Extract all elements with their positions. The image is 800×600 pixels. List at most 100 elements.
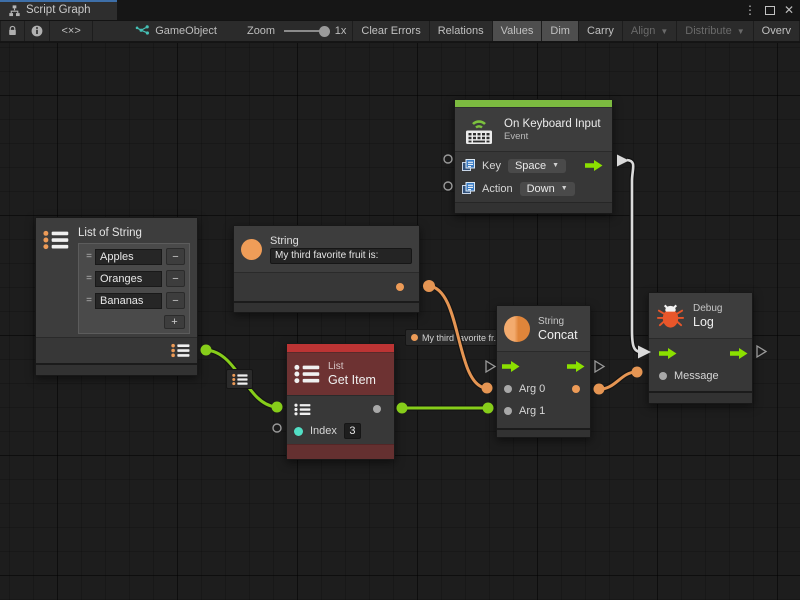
values-toggle[interactable]: Values [493, 21, 543, 41]
index-value-input[interactable]: 3 [344, 423, 361, 439]
window-maximize-icon[interactable] [765, 6, 775, 15]
add-item-button[interactable]: + [164, 315, 185, 329]
chevron-down-icon: ▼ [660, 27, 668, 36]
list-of-string-header: List of String = Apples − = Oranges − = [36, 218, 197, 337]
key-label: Key [482, 160, 501, 172]
get-item-header: List Get Item [287, 352, 394, 395]
list-item-input[interactable]: Bananas [95, 293, 162, 309]
flow-input-port[interactable] [659, 348, 677, 359]
remove-item-button[interactable]: − [166, 248, 185, 265]
node-list-of-string[interactable]: List of String = Apples − = Oranges − = [35, 217, 198, 376]
list-input-port-row [287, 398, 394, 420]
lock-button[interactable] [0, 21, 25, 41]
node-concat[interactable]: String Concat Arg 0 A [496, 305, 591, 438]
item-output-port[interactable] [373, 405, 381, 413]
log-header: Debug Log [649, 293, 752, 338]
arg0-port-row: Arg 0 [497, 378, 590, 400]
flow-wire-start-arrow [617, 155, 629, 167]
list-item-input[interactable]: Apples [95, 249, 162, 265]
align-dropdown[interactable]: Align ▼ [623, 21, 677, 41]
gameobject-label: GameObject [155, 25, 217, 37]
graph-toolbar: <×> GameObject Zoom 1x Clear Errors Rela… [0, 20, 800, 42]
message-label: Message [674, 370, 719, 382]
dim-toggle[interactable]: Dim [542, 21, 579, 41]
list-icon [294, 363, 320, 385]
arg1-label: Arg 1 [519, 405, 545, 417]
unconnected-port-key[interactable] [444, 155, 452, 163]
remove-item-button[interactable]: − [166, 292, 185, 309]
action-port-row: Action Down ▼ [455, 177, 612, 200]
chevron-down-icon: ▼ [561, 185, 568, 192]
node-title: Concat [538, 328, 578, 342]
flow-input-port[interactable] [502, 361, 520, 372]
action-dropdown[interactable]: Down ▼ [520, 182, 575, 196]
info-button[interactable] [25, 21, 50, 41]
list-item-input[interactable]: Oranges [95, 271, 162, 287]
arg0-input-port[interactable] [504, 385, 512, 393]
graph-canvas[interactable]: My third favorite fr... List of String =… [0, 43, 800, 600]
clear-errors-button[interactable]: Clear Errors [352, 21, 429, 41]
error-strip [287, 344, 394, 352]
drag-handle[interactable]: = [83, 273, 95, 284]
node-debug-log[interactable]: Debug Log Message [648, 292, 753, 404]
unconnected-flow-out-log[interactable] [757, 346, 766, 357]
list-value-icon [232, 373, 248, 386]
arg0-label: Arg 0 [519, 383, 545, 395]
node-on-keyboard-input[interactable]: On Keyboard Input Event Key Space ▼ [454, 99, 613, 214]
window-titlebar: Script Graph ⋮ ✕ [0, 0, 800, 20]
unconnected-flow-out-concat[interactable] [595, 361, 604, 372]
zoom-value: 1x [335, 21, 347, 41]
code-view-glyph: <×> [61, 25, 80, 37]
arg1-input-port[interactable] [504, 407, 512, 415]
unconnected-port-action[interactable] [444, 182, 452, 190]
drag-handle[interactable]: = [83, 251, 95, 262]
distribute-dropdown[interactable]: Distribute ▼ [677, 21, 753, 41]
node-title: Log [693, 315, 722, 329]
unconnected-flow-in-concat[interactable] [486, 361, 495, 372]
flow-output-port[interactable] [567, 361, 585, 372]
string-icon [241, 239, 262, 260]
zoom-slider[interactable] [284, 21, 328, 41]
active-tab-indicator [0, 0, 117, 2]
node-footer [36, 363, 197, 375]
string-value-input[interactable]: My third favorite fruit is: [270, 248, 412, 264]
flow-output-port[interactable] [585, 160, 603, 171]
overview-button[interactable]: Overv [754, 21, 800, 41]
wire-getitem-to-concat[interactable] [397, 403, 494, 414]
list-item-row: = Apples − [83, 248, 185, 265]
remove-item-button[interactable]: − [166, 270, 185, 287]
list-input-port-icon[interactable] [294, 403, 311, 416]
key-port-row: Key Space ▼ [455, 154, 612, 177]
relations-button[interactable]: Relations [430, 21, 493, 41]
zoom-label: Zoom [247, 21, 275, 41]
graph-target[interactable]: GameObject [135, 21, 217, 41]
list-editor: = Apples − = Oranges − = Bananas − [78, 243, 190, 334]
message-input-port[interactable] [659, 372, 667, 380]
input-binding-icon [462, 182, 475, 195]
code-view-button[interactable]: <×> [50, 21, 93, 41]
zoom-slider-thumb[interactable] [319, 26, 330, 37]
list-output-port-icon[interactable] [171, 343, 190, 358]
window-controls: ⋮ ✕ [744, 0, 800, 20]
flow-output-port[interactable] [730, 348, 748, 359]
graph-icon [8, 4, 21, 17]
wire-keyboard-to-log[interactable] [617, 155, 651, 359]
list-item-row: = Oranges − [83, 270, 185, 287]
window-close-icon[interactable]: ✕ [784, 4, 794, 16]
index-input-port[interactable] [294, 427, 303, 436]
carry-toggle[interactable]: Carry [579, 21, 623, 41]
wire-concat-to-log[interactable] [594, 367, 643, 395]
node-string-literal[interactable]: String My third favorite fruit is: [233, 225, 420, 313]
window-menu-icon[interactable]: ⋮ [744, 4, 756, 16]
string-output-port[interactable] [396, 283, 404, 291]
action-label: Action [482, 183, 513, 195]
tab-script-graph[interactable]: Script Graph [0, 0, 117, 20]
result-output-port[interactable] [572, 385, 580, 393]
key-dropdown[interactable]: Space ▼ [508, 159, 566, 173]
node-category: Debug [693, 303, 722, 314]
node-footer [234, 301, 419, 312]
node-get-item[interactable]: List Get Item Index 3 [286, 343, 395, 460]
drag-handle[interactable]: = [83, 295, 95, 306]
unconnected-port-index[interactable] [273, 424, 281, 432]
node-category: String [538, 316, 578, 327]
